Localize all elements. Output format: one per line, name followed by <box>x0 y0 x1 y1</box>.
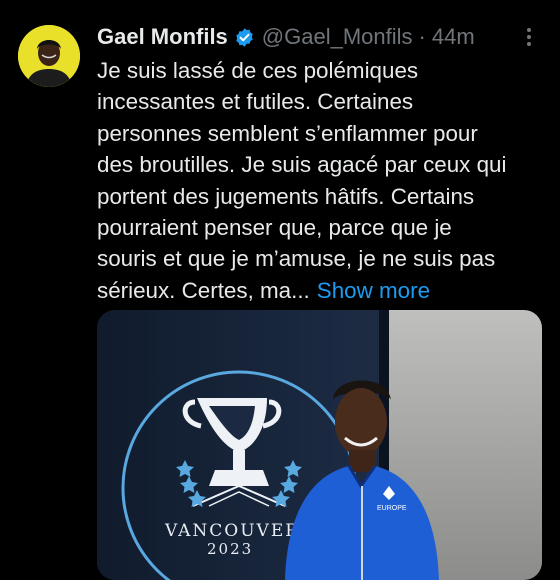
author-handle[interactable]: @Gael_Monfils <box>262 21 413 53</box>
avatar-image <box>18 25 80 87</box>
tweet-text-line-last: sérieux. Certes, ma... Show more <box>97 275 529 306</box>
show-more-link[interactable]: Show more <box>317 278 430 303</box>
avatar[interactable] <box>18 25 80 87</box>
separator-dot: · <box>418 24 426 49</box>
tweet[interactable]: Gael Monfils @Gael_Monfils · 44m Je suis… <box>0 0 560 580</box>
tweet-media-photo[interactable]: VANCOUVER 2023 EUROPE <box>97 310 542 580</box>
shirt-text: EUROPE <box>377 505 407 512</box>
tweet-text-line: incessantes et futiles. Certaines <box>97 89 414 115</box>
tweet-text-line: Je suis lassé de ces polémiques <box>97 58 419 83</box>
logo-year-text: 2023 <box>207 540 253 558</box>
tweet-text-truncated: sérieux. Certes, ma... <box>97 277 310 303</box>
timestamp[interactable]: 44m <box>432 21 475 53</box>
verified-badge-icon <box>234 27 255 48</box>
tweet-text-line: personnes semblent s’enflammer pour <box>97 120 478 146</box>
tweet-text-line: des broutilles. Je suis agacé par ceux q… <box>97 152 507 178</box>
tweet-text-line: souris et que je m’amuse, je ne suis pas <box>97 246 496 272</box>
tweet-text-line: portent des jugements hâtifs. Certains <box>97 183 475 209</box>
tweet-header: Gael Monfils @Gael_Monfils · 44m <box>97 21 500 53</box>
author-name[interactable]: Gael Monfils <box>97 21 228 53</box>
more-options-icon[interactable] <box>518 26 540 48</box>
logo-city-text: VANCOUVER <box>164 521 300 541</box>
tweet-text-line: pourraient penser que, parce que je <box>97 215 452 241</box>
tweet-text: Je suis lassé de ces polémiques incessan… <box>97 55 529 306</box>
photo-laver-cup-vancouver: VANCOUVER 2023 EUROPE <box>97 310 542 580</box>
